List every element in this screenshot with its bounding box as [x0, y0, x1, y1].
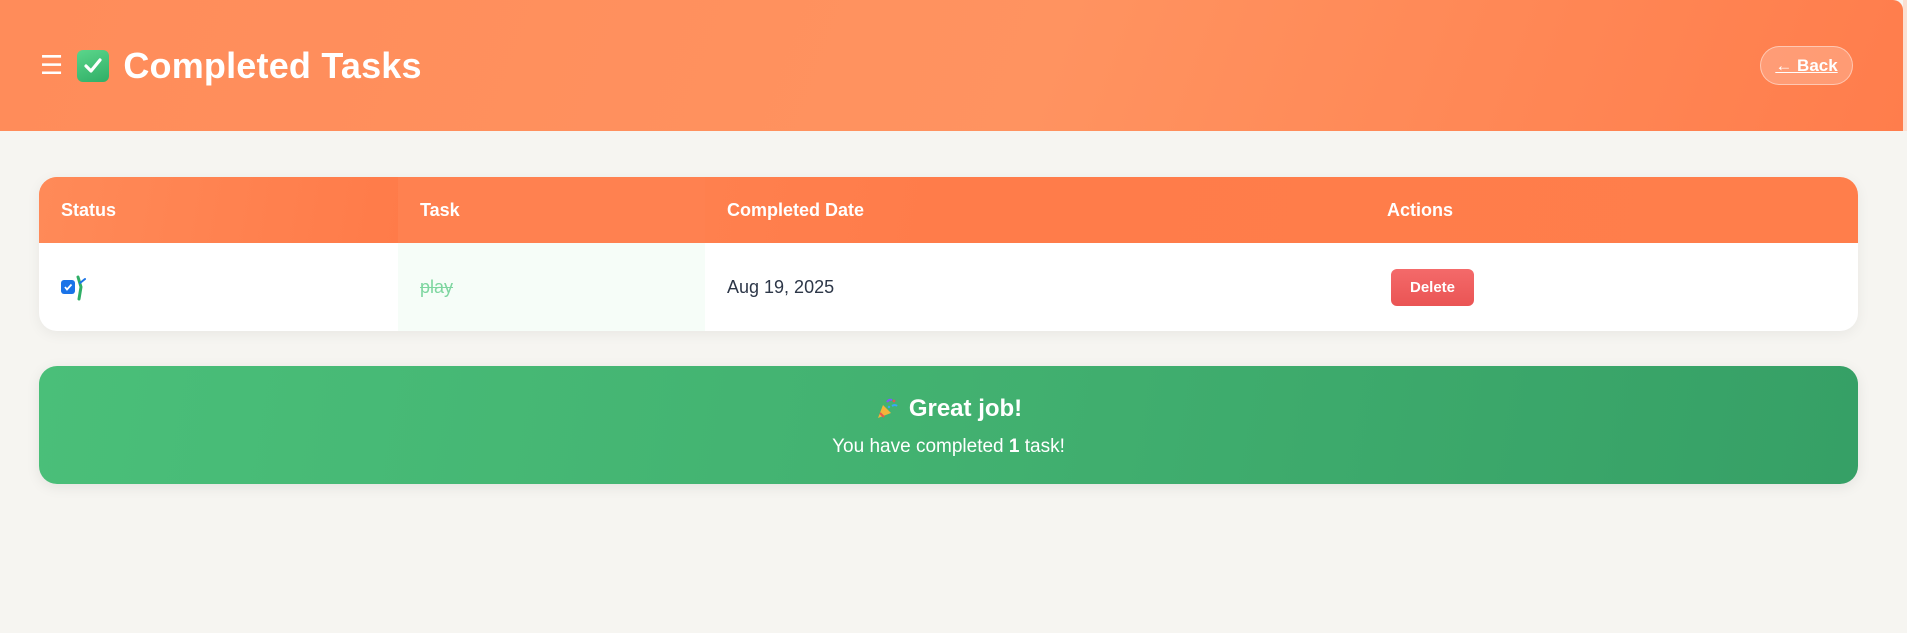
- completed-count: 1: [1008, 436, 1020, 457]
- summary-title-row: Great job!: [39, 395, 1858, 423]
- column-header-status: Status: [39, 177, 398, 243]
- table-row: play Aug 19, 2025 Delete: [39, 243, 1858, 331]
- summary-card: Great job! You have completed 1 task!: [39, 366, 1858, 484]
- check-box-icon: [77, 49, 110, 82]
- check-mark-icon: [76, 275, 86, 301]
- summary-text-prefix: You have completed: [832, 436, 1009, 457]
- checked-icon: [61, 280, 75, 294]
- summary-text: You have completed 1 task!: [39, 436, 1858, 458]
- column-header-task: Task: [398, 177, 705, 243]
- task-cell: play: [398, 243, 705, 331]
- app-header: ☰ Completed Tasks ← Back: [0, 0, 1907, 131]
- party-popper-icon: [875, 397, 899, 421]
- summary-text-suffix: task!: [1019, 436, 1065, 457]
- table-header-row: Status Task Completed Date Actions: [39, 177, 1858, 243]
- column-header-completed-date: Completed Date: [727, 199, 865, 220]
- delete-button[interactable]: Delete: [1391, 268, 1474, 306]
- column-header-actions: Actions: [1387, 199, 1454, 220]
- status-checkbox[interactable]: [61, 273, 86, 301]
- completed-date: Aug 19, 2025: [727, 276, 835, 297]
- page-title: Completed Tasks: [123, 44, 422, 86]
- summary-title: Great job!: [908, 395, 1023, 422]
- completed-tasks-table: Status Task Completed Date Actions play: [39, 177, 1858, 331]
- completed-date-cell: Aug 19, 2025: [705, 243, 1365, 331]
- status-cell: [39, 243, 398, 331]
- actions-cell: Delete: [1365, 243, 1858, 331]
- task-name: play: [420, 276, 454, 297]
- back-button[interactable]: ← Back: [1760, 46, 1853, 85]
- hamburger-icon[interactable]: ☰: [40, 53, 63, 79]
